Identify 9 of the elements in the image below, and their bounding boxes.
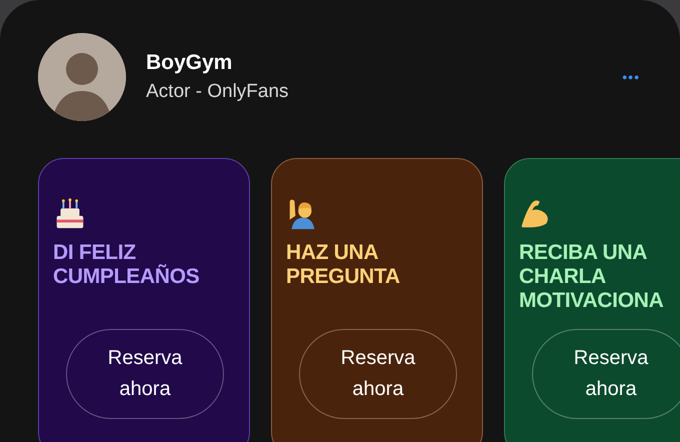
book-button[interactable]: Reserva ahora xyxy=(66,329,224,419)
card-title: DI FELIZ CUMPLEAÑOS xyxy=(53,241,200,290)
card-title: HAZ UNA PREGUNTA xyxy=(286,241,401,290)
book-button[interactable]: Reserva ahora xyxy=(299,329,457,419)
book-button[interactable]: Reserva ahora xyxy=(532,329,680,419)
profile-name: BoyGym xyxy=(146,51,234,75)
card-title: RECIBA UNA CHARLA MOTIVACIONA xyxy=(519,241,664,313)
more-button[interactable]: ••• xyxy=(622,69,640,85)
profile-subtitle: Actor - OnlyFans xyxy=(146,81,290,103)
